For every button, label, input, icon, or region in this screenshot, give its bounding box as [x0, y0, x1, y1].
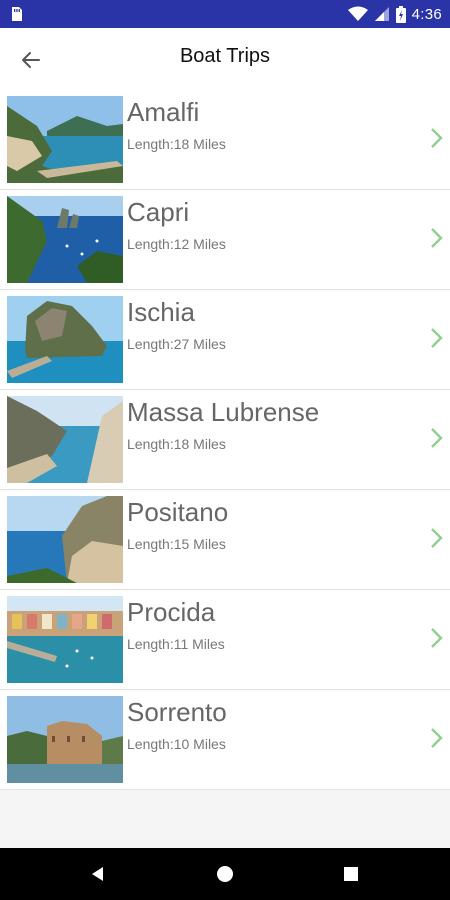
nav-recents-button[interactable] — [339, 862, 363, 886]
trip-name: Sorrento — [127, 697, 227, 727]
trip-row-positano[interactable]: Positano Length:15 Miles — [0, 490, 450, 590]
nav-home-button[interactable] — [213, 862, 237, 886]
chevron-right-icon — [431, 428, 443, 448]
trip-thumbnail-sorrento — [7, 696, 123, 783]
chevron-right-icon — [431, 528, 443, 548]
chevron-right-icon — [431, 728, 443, 748]
trip-length: Length:11 Miles — [127, 636, 225, 652]
trip-row-procida[interactable]: Procida Length:11 Miles — [0, 590, 450, 690]
trip-thumbnail-capri — [7, 196, 123, 283]
trip-row-sorrento[interactable]: Sorrento Length:10 Miles — [0, 690, 450, 790]
trip-thumbnail-positano — [7, 496, 123, 583]
wifi-icon — [347, 6, 368, 21]
trip-name: Massa Lubrense — [127, 397, 320, 427]
chevron-right-icon — [431, 628, 443, 648]
chevron-right-icon — [431, 128, 443, 148]
status-bar: 4:36 — [0, 0, 450, 28]
trip-length: Length:10 Miles — [127, 736, 226, 752]
home-circle-icon — [217, 866, 233, 882]
system-nav-bar — [0, 848, 450, 900]
trip-length: Length:12 Miles — [127, 236, 226, 252]
battery-icon — [395, 5, 406, 23]
trip-name: Ischia — [127, 297, 195, 327]
trip-name: Procida — [127, 597, 216, 627]
trip-length: Length:15 Miles — [127, 536, 226, 552]
trip-list: Amalfi Length:18 Miles Capri Length:12 M… — [0, 90, 450, 790]
page-title: Boat Trips — [179, 45, 271, 67]
back-triangle-icon — [92, 867, 103, 881]
nav-back-button[interactable] — [86, 862, 110, 886]
trip-row-capri[interactable]: Capri Length:12 Miles — [0, 190, 450, 290]
sd-card-icon — [12, 7, 22, 21]
trip-row-massa-lubrense[interactable]: Massa Lubrense Length:18 Miles — [0, 390, 450, 490]
trip-name: Positano — [127, 497, 229, 527]
trip-row-ischia[interactable]: Ischia Length:27 Miles — [0, 290, 450, 390]
trip-length: Length:18 Miles — [127, 436, 226, 452]
trip-row-amalfi[interactable]: Amalfi Length:18 Miles — [0, 90, 450, 190]
recents-square-icon — [344, 867, 358, 881]
trip-length: Length:27 Miles — [127, 336, 226, 352]
trip-thumbnail-ischia — [7, 296, 123, 383]
app-bar: Boat Trips — [0, 28, 450, 90]
trip-name: Amalfi — [127, 97, 200, 127]
trip-length: Length:18 Miles — [127, 136, 226, 152]
chevron-right-icon — [431, 328, 443, 348]
trip-name: Capri — [127, 197, 190, 227]
status-time: 4:36 — [411, 5, 442, 23]
trip-thumbnail-massa-lubrense — [7, 396, 123, 483]
trip-thumbnail-procida — [7, 596, 123, 683]
signal-icon — [374, 7, 389, 21]
trip-thumbnail-amalfi — [7, 96, 123, 183]
chevron-right-icon — [431, 228, 443, 248]
